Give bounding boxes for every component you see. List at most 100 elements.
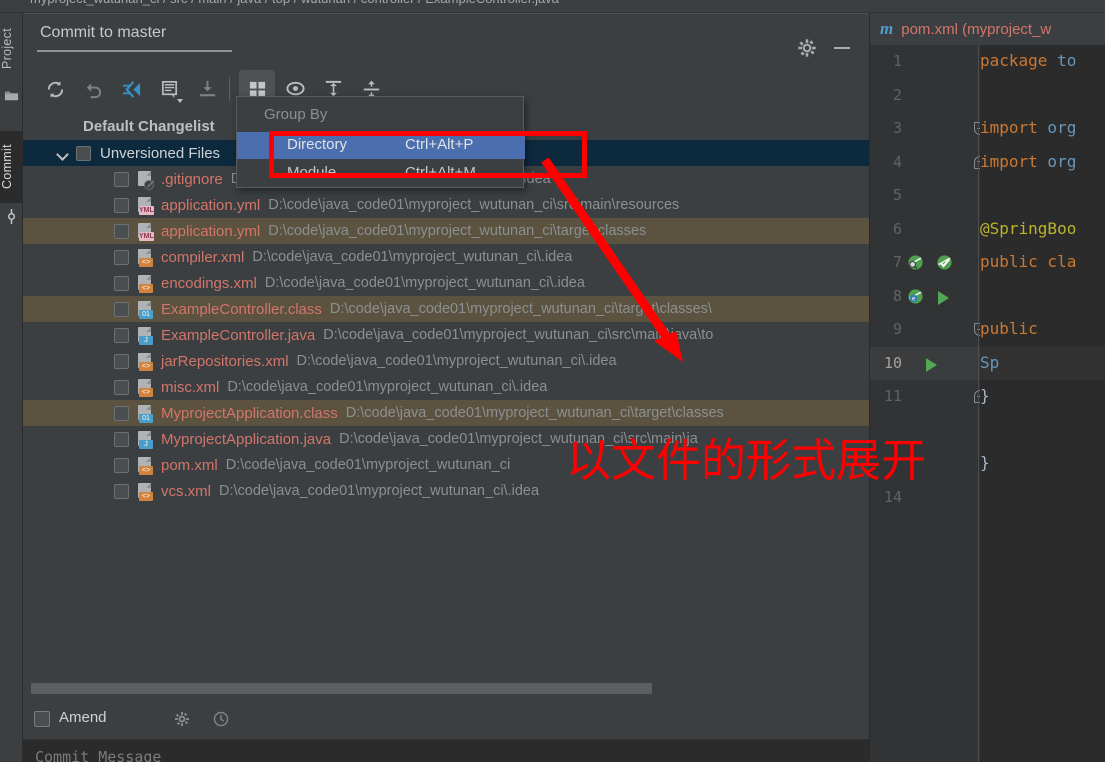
code-line[interactable]	[980, 414, 1105, 448]
sidebar-tab-project[interactable]: Project	[0, 15, 23, 81]
xml-file-icon: <>	[137, 248, 154, 267]
chevron-down-icon[interactable]	[56, 146, 70, 160]
code-line[interactable]: Sp	[980, 346, 1105, 380]
code-line[interactable]: }	[980, 380, 1105, 414]
file-checkbox[interactable]	[114, 405, 129, 421]
sidebar-tab-project-label: Project	[0, 27, 14, 69]
table-row[interactable]: J ExampleController.java D:\code\java_code…	[23, 322, 869, 348]
run-method-icon[interactable]	[926, 357, 937, 372]
file-checkbox[interactable]	[114, 197, 129, 213]
amend-checkbox[interactable]	[34, 711, 50, 727]
code-line[interactable]: import org	[980, 112, 1105, 146]
file-path: D:\code\java_code01\myproject_wutunan_ci…	[339, 431, 698, 447]
file-checkbox[interactable]	[114, 379, 129, 395]
editor-gutter[interactable]: 1 2 3 4 5 6 7 8 9 10 11 14 e	[870, 45, 987, 762]
commit-options-gear-button[interactable]	[173, 710, 191, 728]
show-diff-button[interactable]	[113, 70, 149, 108]
table-row[interactable]: J MyprojectApplication.java D:\code\java_c…	[23, 426, 869, 452]
file-checkbox[interactable]	[114, 457, 129, 473]
code-line[interactable]: @SpringBoo	[980, 213, 1105, 247]
spring-bean-search-icon[interactable]	[907, 254, 924, 271]
menu-item-module[interactable]: Module Ctrl+Alt+M	[237, 160, 525, 187]
gutter-line[interactable]: 1	[870, 45, 980, 79]
gutter-line[interactable]: 11	[870, 380, 987, 414]
code-line[interactable]: }	[980, 447, 1105, 481]
changes-tree[interactable]: Unversioned Files .gitignore D:\code\java…	[23, 140, 869, 682]
menu-item-directory[interactable]: Directory Ctrl+Alt+P	[237, 132, 525, 159]
gutter-line[interactable]: 6	[870, 213, 980, 247]
code-line[interactable]	[980, 79, 1105, 113]
gutter-line[interactable]: 7	[870, 246, 980, 280]
gutter-line[interactable]: 9	[870, 313, 987, 347]
file-checkbox[interactable]	[114, 301, 129, 317]
file-name: jarRepositories.xml	[161, 352, 289, 370]
ignored-marker-icon	[144, 179, 154, 190]
table-row[interactable]: <> jarRepositories.xml D:\code\java_code01…	[23, 348, 869, 374]
commit-history-button[interactable]	[212, 710, 230, 728]
group-checkbox[interactable]	[76, 145, 91, 161]
commit-message-input[interactable]: Commit Message	[23, 740, 869, 762]
file-checkbox[interactable]	[114, 223, 129, 239]
file-path: D:\code\java_code01\myproject_wutunan_ci…	[296, 353, 617, 369]
gutter-line[interactable]	[870, 414, 980, 448]
table-row[interactable]: <> encodings.xml D:\code\java_code01\mypro…	[23, 270, 869, 296]
gutter-line[interactable]: 4	[870, 146, 987, 180]
code-line[interactable]: package to	[980, 45, 1105, 79]
toolbar-separator	[229, 77, 230, 101]
table-row[interactable]: <> misc.xml D:\code\java_code01\myproject_…	[23, 374, 869, 400]
file-checkbox[interactable]	[114, 171, 129, 187]
file-checkbox[interactable]	[114, 327, 129, 343]
show-details-button[interactable]	[151, 70, 187, 108]
code-line[interactable]: import org	[980, 146, 1105, 180]
scrollbar-thumb[interactable]	[31, 683, 652, 694]
file-checkbox[interactable]	[114, 353, 129, 369]
code-line[interactable]: public	[980, 313, 1105, 347]
file-name: encodings.xml	[161, 274, 257, 292]
sidebar-tab-commit[interactable]: Commit	[0, 131, 23, 203]
table-row[interactable]: YML application.yml D:\code\java_code01\my…	[23, 218, 869, 244]
run-application-icon[interactable]	[938, 290, 949, 305]
minimize-button[interactable]	[831, 37, 853, 59]
gutter-line[interactable]: 2	[870, 79, 980, 113]
table-row[interactable]: 01 MyprojectApplication.class D:\code\java…	[23, 400, 869, 426]
rollback-button[interactable]	[75, 70, 111, 108]
code-line[interactable]	[980, 481, 1105, 515]
table-row[interactable]: <> pom.xml D:\code\java_code01\myproject_w…	[23, 452, 869, 478]
spring-boot-class-icon[interactable]: e	[907, 288, 924, 305]
file-checkbox[interactable]	[114, 431, 129, 447]
class-file-icon: 01	[137, 300, 154, 319]
menu-item-module-shortcut: Ctrl+Alt+M	[405, 164, 476, 181]
gutter-line[interactable]	[870, 447, 980, 481]
file-path: D:\code\java_code01\myproject_wutunan_ci…	[252, 249, 573, 265]
breadcrumb-text: myproject_wutunan_ci / src / main / java…	[30, 0, 559, 6]
table-row[interactable]: YML application.yml D:\code\java_code01\my…	[23, 192, 869, 218]
code-line[interactable]: public cla	[980, 246, 1105, 280]
file-checkbox[interactable]	[114, 249, 129, 265]
spring-bean-check-icon[interactable]	[936, 254, 953, 271]
file-name: MyprojectApplication.class	[161, 404, 338, 422]
get-from-vcs-button[interactable]	[189, 70, 225, 108]
code-line[interactable]	[980, 179, 1105, 213]
editor-code-area[interactable]: package to import org import org @SpringBoo…	[980, 45, 1105, 762]
gutter-line[interactable]: 5	[870, 179, 980, 213]
file-checkbox[interactable]	[114, 483, 129, 499]
code-token: to	[1047, 51, 1077, 70]
gutter-line[interactable]: 10	[870, 346, 980, 380]
xml-file-icon: <>	[137, 352, 154, 371]
gutter-line[interactable]: 8	[870, 280, 980, 314]
refresh-changes-button[interactable]	[37, 70, 73, 108]
file-name: application.yml	[161, 222, 261, 240]
file-checkbox[interactable]	[114, 275, 129, 291]
table-row[interactable]: <> vcs.xml D:\code\java_code01\myproject_w…	[23, 478, 869, 504]
table-row[interactable]: 01 ExampleController.class D:\code\java_co…	[23, 296, 869, 322]
tree-horizontal-scrollbar[interactable]	[23, 682, 869, 696]
popup-menu-title: Group By	[264, 106, 328, 123]
table-row[interactable]: <> compiler.xml D:\code\java_code01\myproj…	[23, 244, 869, 270]
file-name: misc.xml	[161, 378, 220, 396]
editor-tab-pom-xml[interactable]: m pom.xml (myproject_w	[870, 13, 1105, 45]
settings-gear-button[interactable]	[796, 37, 818, 59]
code-line[interactable]	[980, 280, 1105, 314]
gutter-line[interactable]: 3	[870, 112, 987, 146]
file-name: application.yml	[161, 196, 261, 214]
gutter-line[interactable]: 14	[870, 481, 980, 515]
